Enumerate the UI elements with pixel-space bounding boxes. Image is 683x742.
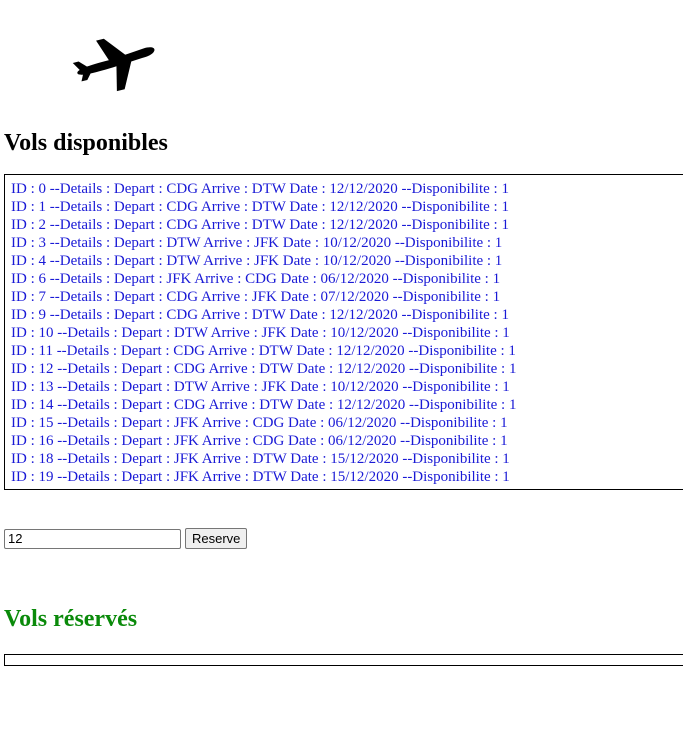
flight-item[interactable]: ID : 1 --Details : Depart : CDG Arrive :… [11,198,683,216]
flight-id-input[interactable] [4,528,181,549]
reserve-form: Reserve [4,528,248,549]
available-flights-title: Vols disponibles [4,130,168,156]
flight-item[interactable]: ID : 4 --Details : Depart : DTW Arrive :… [11,252,683,270]
flight-item[interactable]: ID : 12 --Details : Depart : CDG Arrive … [11,360,683,378]
flight-item[interactable]: ID : 15 --Details : Depart : JFK Arrive … [11,414,683,432]
flight-item[interactable]: ID : 9 --Details : Depart : CDG Arrive :… [11,306,683,324]
flight-item[interactable]: ID : 11 --Details : Depart : CDG Arrive … [11,342,683,360]
reserved-flights-list [4,654,683,666]
available-flights-list: ID : 0 --Details : Depart : CDG Arrive :… [4,174,683,490]
airplane-icon [72,38,155,92]
flight-item[interactable]: ID : 16 --Details : Depart : JFK Arrive … [11,432,683,450]
flight-item[interactable]: ID : 3 --Details : Depart : DTW Arrive :… [11,234,683,252]
flight-item[interactable]: ID : 19 --Details : Depart : JFK Arrive … [11,468,683,486]
flight-item[interactable]: ID : 7 --Details : Depart : CDG Arrive :… [11,288,683,306]
flight-item[interactable]: ID : 13 --Details : Depart : DTW Arrive … [11,378,683,396]
flight-item[interactable]: ID : 6 --Details : Depart : JFK Arrive :… [11,270,683,288]
flight-item[interactable]: ID : 0 --Details : Depart : CDG Arrive :… [11,180,683,198]
flight-item[interactable]: ID : 10 --Details : Depart : DTW Arrive … [11,324,683,342]
reserved-flights-title: Vols réservés [4,606,138,632]
flight-item[interactable]: ID : 14 --Details : Depart : CDG Arrive … [11,396,683,414]
flight-item[interactable]: ID : 2 --Details : Depart : CDG Arrive :… [11,216,683,234]
flight-item[interactable]: ID : 18 --Details : Depart : JFK Arrive … [11,450,683,468]
reserve-button[interactable]: Reserve [185,528,248,549]
